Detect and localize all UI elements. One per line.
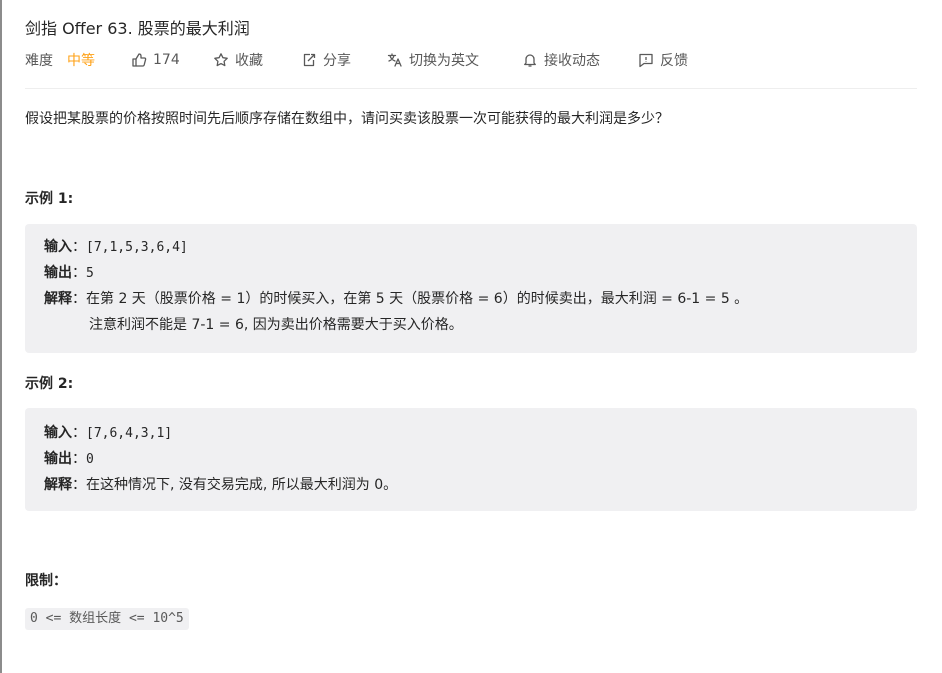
example-1-box: 输入：[7,1,5,3,6,4] 输出：5 解释：在第 2 天（股票价格 = 1… — [25, 224, 917, 353]
switch-language-label: 切换为英文 — [409, 53, 479, 69]
explain-label: 解释 — [44, 477, 72, 493]
example-1-explanation-continued: 注意利润不能是 7-1 = 6, 因为卖出价格需要大于买入价格。 — [89, 317, 463, 333]
input-label: 输入 — [44, 425, 72, 441]
explain-text: 在第 2 天（股票价格 = 1）的时候买入，在第 5 天（股票价格 = 6）的时… — [86, 291, 749, 307]
difficulty-label: 难度 — [25, 53, 53, 69]
colon: ： — [72, 425, 86, 441]
output-label: 输出 — [44, 451, 72, 467]
feedback-label: 反馈 — [660, 53, 688, 69]
star-icon — [214, 53, 228, 67]
output-value: 0 — [86, 452, 94, 467]
output-value: 5 — [86, 266, 94, 281]
example-2-output: 输出：0 — [44, 449, 94, 469]
header-divider — [25, 88, 917, 89]
share-button[interactable]: 分享 — [301, 50, 351, 70]
colon: ： — [72, 291, 86, 307]
share-label: 分享 — [323, 53, 351, 69]
example-2-explanation: 解释：在这种情况下, 没有交易完成, 所以最大利润为 0。 — [44, 475, 397, 495]
colon: ： — [72, 477, 86, 493]
difficulty-value: 中等 — [67, 53, 95, 69]
constraint-code: 0 <= 数组长度 <= 10^5 — [25, 608, 189, 630]
colon: ： — [72, 451, 86, 467]
colon: ： — [72, 265, 86, 281]
feedback-icon — [639, 53, 653, 68]
output-label: 输出 — [44, 265, 72, 281]
input-value: [7,6,4,3,1] — [86, 426, 173, 441]
like-button[interactable]: 174 — [131, 50, 180, 70]
example-2-heading: 示例 2: — [25, 376, 74, 392]
favorite-button[interactable]: 收藏 — [213, 50, 263, 70]
notify-button[interactable]: 接收动态 — [522, 50, 600, 70]
difficulty: 难度 中等 — [25, 50, 95, 70]
input-value: [7,1,5,3,6,4] — [86, 240, 188, 255]
example-1-explanation: 解释：在第 2 天（股票价格 = 1）的时候买入，在第 5 天（股票价格 = 6… — [44, 289, 748, 309]
problem-page: 剑指 Offer 63. 股票的最大利润 难度 中等 174 收藏 分享 切换为… — [0, 0, 942, 673]
notify-label: 接收动态 — [544, 53, 600, 69]
thumbs-up-icon — [132, 53, 147, 67]
explain-label: 解释 — [44, 291, 72, 307]
example-2-input: 输入：[7,6,4,3,1] — [44, 423, 172, 443]
like-count: 174 — [153, 52, 180, 68]
example-1-input: 输入：[7,1,5,3,6,4] — [44, 237, 188, 257]
colon: ： — [72, 239, 86, 255]
bell-icon — [524, 54, 536, 67]
problem-description: 假设把某股票的价格按照时间先后顺序存储在数组中，请问买卖该股票一次可能获得的最大… — [25, 111, 669, 127]
explain-text: 在这种情况下, 没有交易完成, 所以最大利润为 0。 — [86, 477, 398, 493]
translate-icon — [387, 53, 402, 67]
problem-title: 剑指 Offer 63. 股票的最大利润 — [25, 19, 250, 38]
example-1-heading: 示例 1: — [25, 191, 74, 207]
problem-meta-bar: 难度 中等 174 收藏 分享 切换为英文 接收动态 反馈 — [25, 50, 917, 70]
favorite-label: 收藏 — [235, 53, 263, 69]
constraints-heading: 限制： — [25, 573, 67, 589]
example-2-box: 输入：[7,6,4,3,1] 输出：0 解释：在这种情况下, 没有交易完成, 所… — [25, 408, 917, 511]
input-label: 输入 — [44, 239, 72, 255]
feedback-button[interactable]: 反馈 — [638, 50, 688, 70]
share-icon — [303, 53, 316, 67]
example-1-output: 输出：5 — [44, 263, 94, 283]
switch-language-button[interactable]: 切换为英文 — [387, 50, 479, 70]
